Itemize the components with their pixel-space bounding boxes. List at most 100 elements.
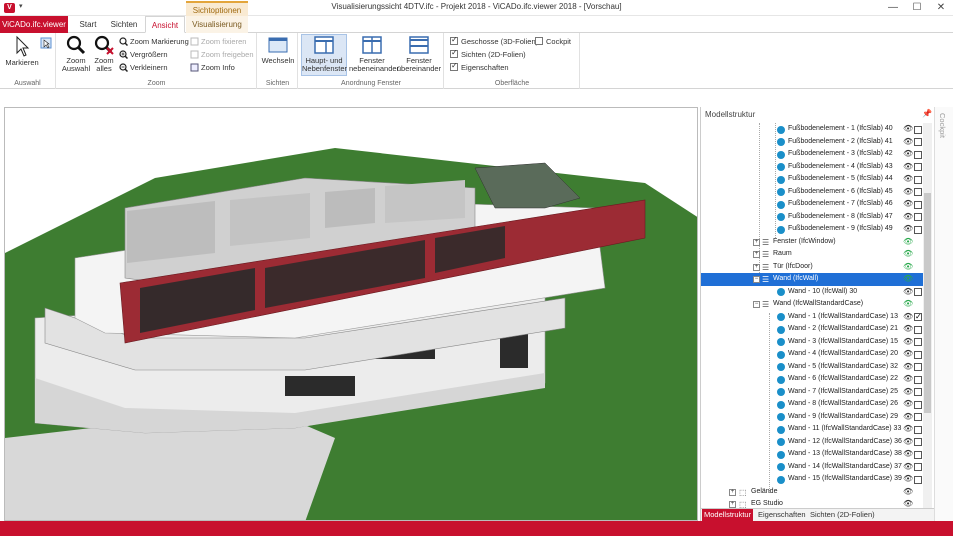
tree-row[interactable]: Fußbodenelement - 5 (IfcSlab) 44 👁 (701, 173, 923, 186)
verkleinern-button[interactable]: Verkleinern (119, 63, 168, 73)
panel-tab-eigenschaften[interactable]: Eigenschaften (756, 509, 808, 521)
row-checkbox[interactable] (914, 138, 922, 146)
tree-row[interactable]: Fußbodenelement - 7 (IfcSlab) 46 👁 (701, 198, 923, 211)
visibility-eye-icon[interactable]: 👁 (903, 261, 913, 274)
tree-row[interactable]: Fußbodenelement - 8 (IfcSlab) 47 👁 (701, 211, 923, 224)
visibility-eye-icon[interactable]: 👁 (903, 448, 913, 461)
row-checkbox[interactable] (914, 363, 922, 371)
panel-tab-modellstruktur[interactable]: Modellstruktur (702, 509, 754, 521)
expand-icon[interactable]: + (729, 501, 736, 508)
tree-row[interactable]: Wand - 1 (IfcWallStandardCase) 13 👁 (701, 311, 923, 324)
visibility-eye-icon[interactable]: 👁 (903, 461, 913, 474)
row-checkbox[interactable] (914, 425, 922, 434)
tab-file[interactable]: ViCADo.ifc.viewer (0, 16, 68, 33)
tree-row[interactable]: Wand - 12 (IfcWallStandardCase) 36 👁 (701, 436, 923, 449)
visibility-eye-icon[interactable]: 👁 (903, 361, 913, 374)
tree-row[interactable]: Wand - 6 (IfcWallStandardCase) 22 👁 (701, 373, 923, 386)
tab-sichten[interactable]: Sichten (106, 16, 142, 33)
visibility-eye-icon[interactable]: 👁 (903, 223, 913, 236)
tree-row[interactable]: Wand - 7 (IfcWallStandardCase) 25 👁 (701, 386, 923, 399)
close-button[interactable]: ✕ (930, 1, 952, 15)
tree-row[interactable]: Wand - 13 (IfcWallStandardCase) 38 👁 (701, 448, 923, 461)
tab-start[interactable]: Start (72, 16, 104, 33)
visibility-eye-icon[interactable]: 👁 (903, 348, 913, 361)
collapse-icon[interactable]: − (753, 301, 760, 308)
row-checkbox[interactable] (914, 375, 922, 384)
row-checkbox[interactable] (914, 163, 922, 171)
tree-row[interactable]: Fußbodenelement - 9 (IfcSlab) 49 👁 (701, 223, 923, 236)
tree-row[interactable]: Wand - 14 (IfcWallStandardCase) 37 👁 (701, 461, 923, 474)
row-checkbox[interactable] (914, 188, 922, 196)
visibility-eye-icon[interactable]: 👁 (903, 173, 913, 186)
tree-row[interactable]: Wand - 11 (IfcWallStandardCase) 33 👁 (701, 423, 923, 436)
visibility-eye-icon[interactable]: 👁 (903, 436, 913, 449)
row-checkbox[interactable] (914, 200, 922, 209)
visibility-eye-icon[interactable]: 👁 (903, 398, 913, 411)
eigenschaften-check[interactable] (450, 61, 458, 71)
visibility-eye-icon[interactable]: 👁 (903, 323, 913, 336)
expand-icon[interactable]: + (729, 488, 736, 496)
visibility-eye-icon[interactable]: 👁 (903, 473, 913, 486)
visibility-eye-icon[interactable]: 👁 (903, 311, 913, 324)
sichten-check[interactable] (450, 48, 458, 58)
zoom-info-button[interactable]: Zoom Info (190, 63, 235, 73)
3d-viewport[interactable] (4, 107, 698, 521)
row-checkbox[interactable] (914, 125, 922, 134)
tree-row[interactable]: + ☰ Fenster (IfcWindow) 👁 (701, 236, 923, 249)
tree-row[interactable]: Fußbodenelement - 2 (IfcSlab) 41 👁 (701, 136, 923, 149)
tree-row[interactable]: Fußbodenelement - 3 (IfcSlab) 42 👁 (701, 148, 923, 161)
row-checkbox[interactable] (914, 450, 922, 459)
geschosse-checkbox[interactable]: Geschosse (3D-Folien) (450, 35, 538, 47)
vergroessern-button[interactable]: Vergrößern (119, 50, 168, 60)
cockpit-strip[interactable]: Cockpit (934, 107, 953, 521)
row-checkbox[interactable] (914, 338, 922, 346)
visibility-eye-icon[interactable]: 👁 (903, 498, 913, 508)
wechseln-button[interactable]: Wechseln (261, 35, 295, 65)
tree-row[interactable]: − ☰ Wand (IfcWall) 👁 (701, 273, 923, 286)
row-checkbox[interactable] (914, 311, 922, 324)
expand-icon[interactable]: + (753, 238, 760, 246)
tree-row[interactable]: Wand - 3 (IfcWallStandardCase) 15 👁 (701, 336, 923, 349)
zoom-freigeben-button[interactable]: Zoom freigeben (190, 50, 254, 60)
tree-row[interactable]: + ⬚ Gelände 👁 (701, 486, 923, 499)
visibility-eye-icon[interactable]: 👁 (903, 386, 913, 399)
tree-row[interactable]: Wand - 15 (IfcWallStandardCase) 39 👁 (701, 473, 923, 486)
tree-row[interactable]: + ☰ Tür (IfcDoor) 👁 (701, 261, 923, 274)
tree-row[interactable]: Fußbodenelement - 6 (IfcSlab) 45 👁 (701, 186, 923, 199)
tree-row[interactable]: − ☰ Wand (IfcWallStandardCase) 👁 (701, 298, 923, 311)
zoom-auswahl-button[interactable]: Zoom Auswahl (60, 35, 92, 73)
fenster-nebeneinander-button[interactable]: Fenster nebeneinander (349, 35, 399, 73)
eigenschaften-checkbox[interactable]: Eigenschaften (450, 61, 509, 73)
cockpit-checkbox[interactable]: Cockpit (535, 37, 571, 47)
select-box-icon[interactable] (40, 37, 52, 49)
panel-tab-sichten[interactable]: Sichten (2D-Folien) (808, 509, 877, 521)
visibility-eye-icon[interactable]: 👁 (903, 486, 913, 499)
tree-row[interactable]: Wand - 4 (IfcWallStandardCase) 20 👁 (701, 348, 923, 361)
tree-row[interactable]: + ⬚ EG Studio 👁 (701, 498, 923, 508)
visibility-eye-icon[interactable]: 👁 (903, 123, 913, 136)
visibility-eye-icon[interactable]: 👁 (903, 148, 913, 161)
maximize-button[interactable]: ☐ (906, 1, 928, 15)
tree-row[interactable]: Fußbodenelement - 1 (IfcSlab) 40 👁 (701, 123, 923, 136)
geschosse-check[interactable] (450, 35, 458, 45)
tree-scrollbar[interactable] (923, 123, 932, 508)
model-tree[interactable]: Fußbodenelement - 1 (IfcSlab) 40 👁 Fußbode… (701, 123, 923, 508)
visibility-eye-icon[interactable]: 👁 (903, 198, 913, 211)
tree-scrollbar-thumb[interactable] (924, 193, 931, 413)
expand-icon[interactable]: + (753, 263, 760, 271)
visibility-eye-icon[interactable]: 👁 (903, 273, 913, 286)
row-checkbox[interactable] (914, 225, 922, 234)
fenster-uebereinander-button[interactable]: Fenster übereinander (396, 35, 442, 73)
row-checkbox[interactable] (914, 413, 922, 421)
row-checkbox[interactable] (914, 150, 922, 159)
visibility-eye-icon[interactable]: 👁 (903, 286, 913, 299)
row-checkbox[interactable] (914, 438, 922, 446)
row-checkbox[interactable] (914, 325, 922, 334)
visibility-eye-icon[interactable]: 👁 (903, 186, 913, 199)
tab-ansicht[interactable]: Ansicht (145, 16, 185, 33)
collapse-icon[interactable]: − (753, 276, 760, 283)
minimize-button[interactable]: — (882, 1, 904, 15)
visibility-eye-icon[interactable]: 👁 (903, 248, 913, 261)
visibility-eye-icon[interactable]: 👁 (903, 411, 913, 424)
tab-visualisierung[interactable]: Visualisierung (186, 16, 248, 33)
